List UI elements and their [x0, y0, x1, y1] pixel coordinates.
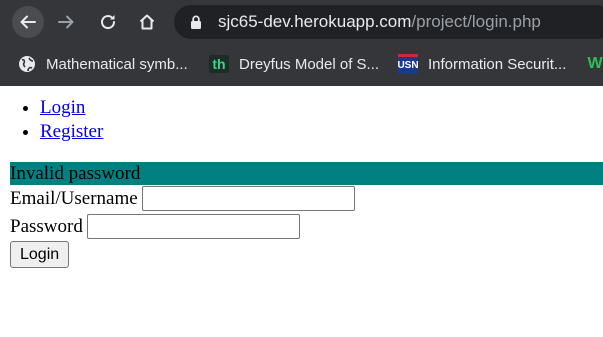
page-content: Login Register Invalid password Email/Us…	[0, 86, 603, 337]
bookmarks-bar: Mathematical symb... th Dreyfus Model of…	[0, 44, 603, 84]
register-link[interactable]: Register	[40, 121, 103, 142]
home-button[interactable]	[131, 6, 163, 38]
usn-favicon: USN	[397, 54, 419, 74]
bookmark-w[interactable]: W	[586, 52, 603, 76]
forward-button[interactable]	[50, 6, 82, 38]
lock-icon	[191, 15, 201, 29]
password-row: Password	[10, 214, 300, 239]
bookmark-label: Mathematical symb...	[46, 55, 188, 73]
email-username-input[interactable]	[141, 186, 355, 211]
address-bar[interactable]: sjc65-dev.herokuapp.com/project/login.ph…	[174, 5, 603, 39]
url-text: sjc65-dev.herokuapp.com/project/login.ph…	[218, 11, 541, 33]
th-favicon: th	[209, 55, 229, 73]
browser-toolbar: sjc65-dev.herokuapp.com/project/login.ph…	[0, 0, 603, 44]
arrow-right-icon	[58, 15, 74, 29]
reload-icon	[101, 15, 116, 30]
browser-chrome: sjc65-dev.herokuapp.com/project/login.ph…	[0, 0, 603, 86]
bookmark-label: Information Securit...	[428, 55, 567, 73]
bookmark-label: Dreyfus Model of S...	[239, 55, 380, 73]
password-label: Password	[10, 215, 83, 237]
back-button[interactable]	[12, 6, 44, 38]
url-path: /project/login.php	[411, 12, 541, 31]
bookmark-mathematical-symbols[interactable]: Mathematical symb...	[18, 52, 188, 76]
arrow-left-icon	[20, 15, 36, 29]
url-host: sjc65-dev.herokuapp.com	[218, 12, 412, 31]
error-message: Invalid password	[10, 162, 603, 185]
bookmark-information-security[interactable]: USN Information Securit...	[397, 52, 567, 76]
email-label: Email/Username	[10, 187, 138, 209]
email-row: Email/Username	[10, 186, 355, 211]
nav-item-login: Login	[40, 96, 103, 120]
site-nav: Login Register	[0, 96, 103, 144]
reload-button[interactable]	[92, 6, 124, 38]
password-input[interactable]	[86, 214, 300, 239]
login-button[interactable]: Login	[10, 241, 70, 268]
login-link[interactable]: Login	[40, 97, 85, 118]
globe-icon	[18, 55, 36, 73]
bookmark-dreyfus-model[interactable]: th Dreyfus Model of S...	[209, 52, 379, 76]
home-icon	[139, 14, 155, 30]
w-favicon: W	[587, 55, 603, 72]
nav-item-register: Register	[40, 120, 103, 144]
